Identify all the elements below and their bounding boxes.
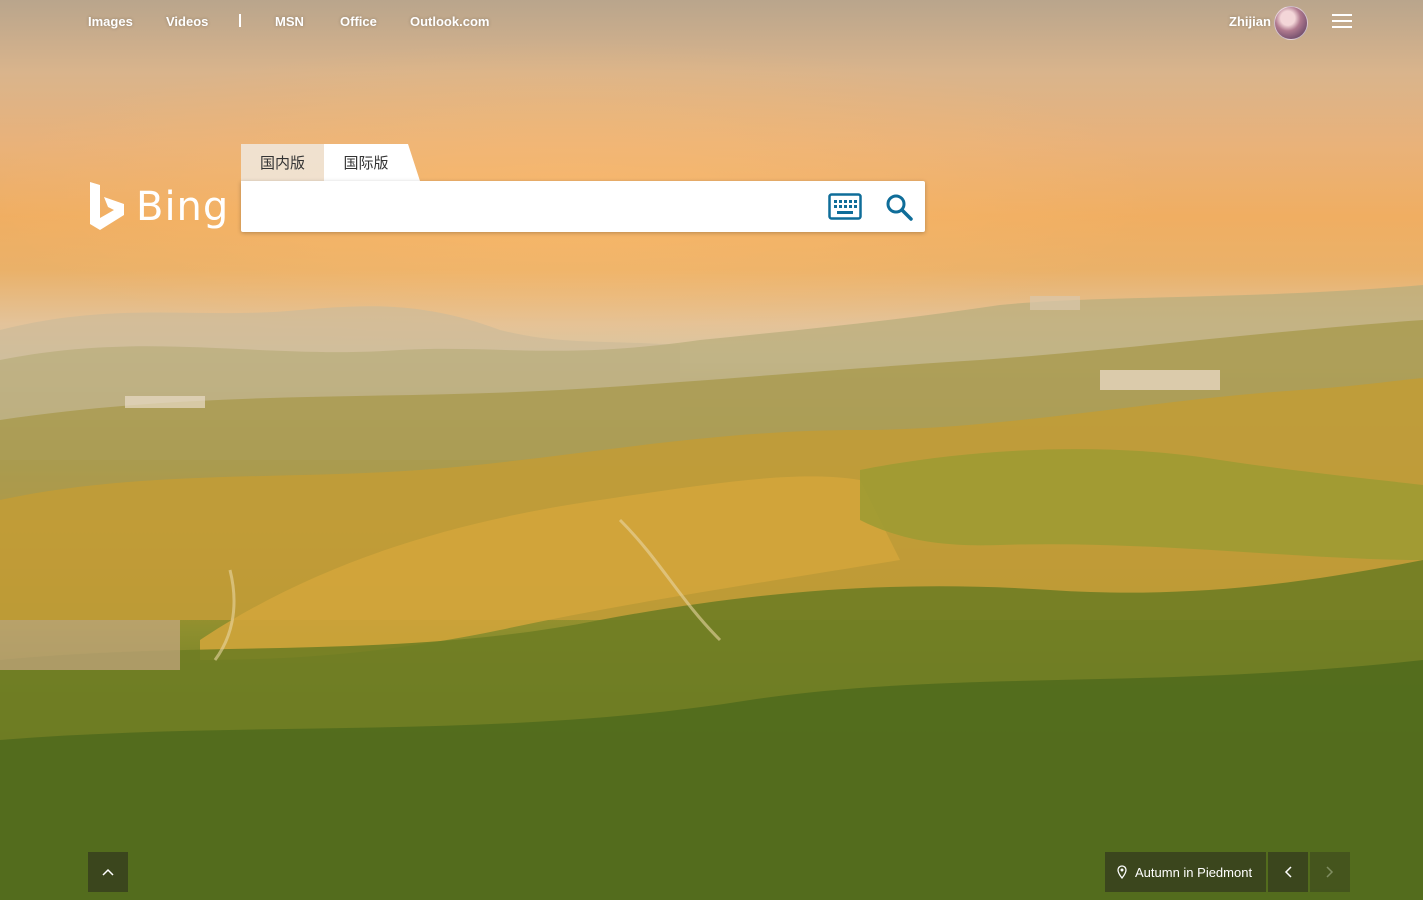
top-navigation: Images Videos MSN Office Outlook.com Zhi… [0,0,1423,44]
tab-international[interactable]: 国际版 [324,144,420,181]
search-icon[interactable] [885,193,915,223]
nav-office-link[interactable]: Office [340,14,377,29]
image-caption-bar: Autumn in Piedmont [1105,852,1351,892]
chevron-left-icon [1285,866,1292,878]
search-input[interactable] [251,189,815,225]
logo-text: Bing [136,184,230,230]
nav-images-link[interactable]: Images [88,14,133,29]
bing-logo[interactable]: Bing [88,178,228,232]
keyboard-icon[interactable] [828,193,862,220]
search-box [241,181,925,232]
caption-text: Autumn in Piedmont [1135,864,1253,880]
bing-logo-icon [90,182,124,230]
nav-msn-link[interactable]: MSN [275,14,304,29]
user-name[interactable]: Zhijian [1229,14,1271,29]
previous-image-button[interactable] [1268,852,1309,892]
scroll-up-button[interactable] [88,852,128,892]
nav-outlook-link[interactable]: Outlook.com [410,14,489,29]
tab-domestic[interactable]: 国内版 [241,144,324,181]
image-caption[interactable]: Autumn in Piedmont [1105,852,1267,892]
chevron-right-icon [1326,866,1334,878]
next-image-button[interactable] [1310,852,1351,892]
location-pin-icon [1117,865,1127,879]
nav-divider [239,14,241,27]
hamburger-icon[interactable] [1332,14,1352,30]
nav-videos-link[interactable]: Videos [166,14,208,29]
chevron-up-icon [102,868,114,876]
avatar[interactable] [1274,6,1308,40]
